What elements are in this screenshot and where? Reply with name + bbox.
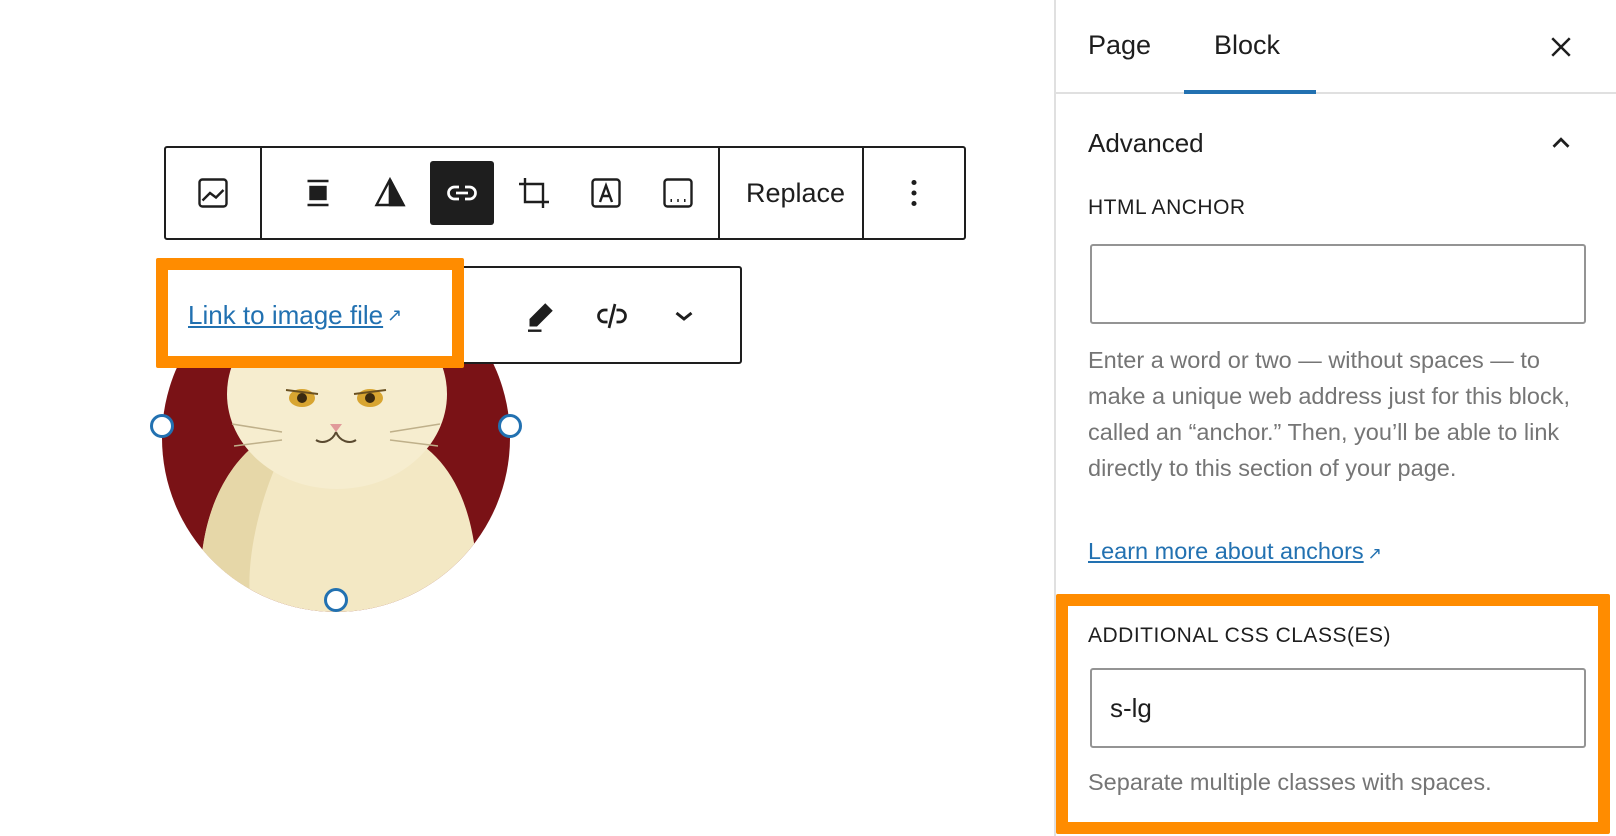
- more-options-icon[interactable]: [882, 161, 946, 225]
- sidebar-tabs: Page Block: [1056, 0, 1616, 94]
- block-tools-group: [262, 148, 720, 238]
- link-popover: Link to image file ↗: [160, 266, 742, 364]
- link-to-image-file[interactable]: Link to image file ↗: [188, 300, 402, 331]
- options-group: [864, 148, 964, 238]
- learn-more-anchors-link[interactable]: Learn more about anchors ↗: [1088, 538, 1382, 565]
- external-link-icon: ↗: [387, 305, 403, 325]
- advanced-section-title[interactable]: Advanced: [1088, 128, 1204, 159]
- tab-page[interactable]: Page: [1088, 30, 1151, 61]
- editor-canvas: Replace Link to image file ↗: [0, 0, 1054, 836]
- resize-handle-left[interactable]: [150, 414, 174, 438]
- text-overlay-icon[interactable]: [574, 161, 638, 225]
- block-toolbar: Replace: [164, 146, 966, 240]
- html-anchor-help: Enter a word or two — without spaces — t…: [1088, 347, 1571, 481]
- link-label: Link to image file: [188, 300, 384, 330]
- edit-pencil-icon[interactable]: [514, 290, 566, 342]
- link-icon[interactable]: [430, 161, 494, 225]
- css-classes-label: ADDITIONAL CSS CLASS(ES): [1088, 624, 1391, 647]
- chevron-down-icon[interactable]: [658, 290, 710, 342]
- replace-button[interactable]: Replace: [720, 148, 871, 238]
- css-classes-input[interactable]: [1090, 668, 1586, 748]
- close-icon[interactable]: [1546, 32, 1576, 62]
- resize-handle-right[interactable]: [498, 414, 522, 438]
- active-tab-indicator: [1184, 90, 1316, 94]
- css-classes-help: Separate multiple classes with spaces.: [1088, 769, 1492, 795]
- block-type-group: [166, 148, 262, 238]
- chevron-up-icon[interactable]: [1546, 128, 1576, 158]
- image-block-icon[interactable]: [181, 161, 245, 225]
- html-anchor-input[interactable]: [1090, 244, 1586, 324]
- resize-handle-bottom[interactable]: [324, 588, 348, 612]
- unlink-icon[interactable]: [586, 290, 638, 342]
- external-link-icon: ↗: [1367, 544, 1382, 563]
- tab-block[interactable]: Block: [1214, 30, 1280, 61]
- html-anchor-label: HTML ANCHOR: [1088, 196, 1246, 219]
- crop-icon[interactable]: [502, 161, 566, 225]
- caption-icon[interactable]: [646, 161, 710, 225]
- settings-sidebar: Page Block Advanced HTML ANCHOR Enter a …: [1054, 0, 1616, 836]
- learn-more-label: Learn more about anchors: [1088, 538, 1364, 564]
- align-center-icon[interactable]: [286, 161, 350, 225]
- replace-group: Replace: [720, 148, 864, 238]
- duotone-filter-icon[interactable]: [358, 161, 422, 225]
